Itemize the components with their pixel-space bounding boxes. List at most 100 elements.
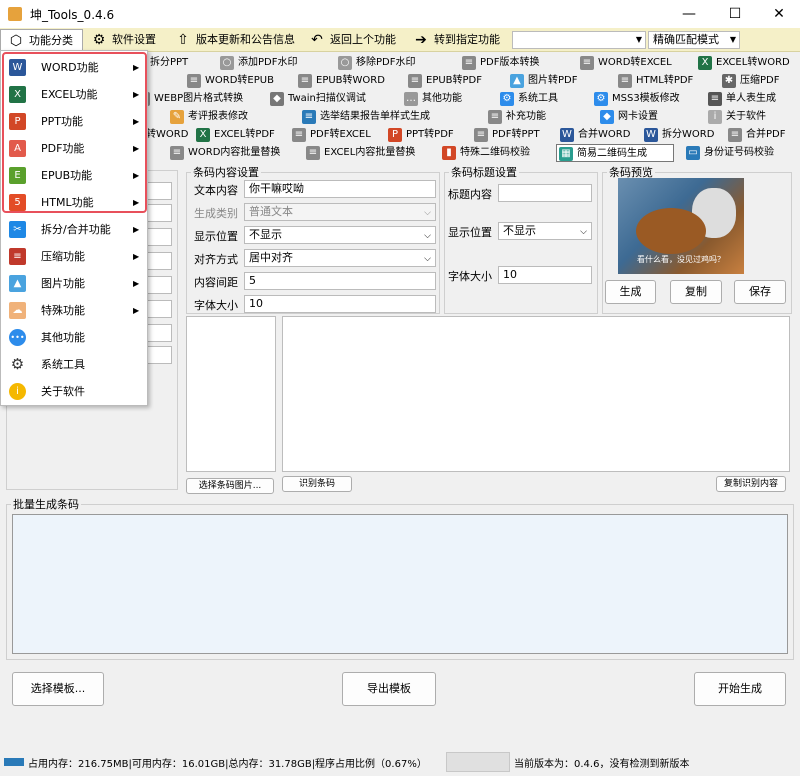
report-icon: ≡ [302,110,316,124]
tool-system-tools[interactable]: ⚙ 系统工具 [498,90,558,108]
tool-pdf-to-ppt[interactable]: ≡ PDF转PPT [472,126,540,144]
chevron-down-icon: ⌵ [424,231,431,241]
tool-pdf-to-excel[interactable]: ≡ PDF转EXCEL [290,126,371,144]
align-select[interactable]: 居中对齐 ⌵ [244,249,436,267]
title-settings-legend: 条码标题设置 [451,166,517,179]
tool-supplement[interactable]: ≡ 补充功能 [486,108,546,126]
tool-merge-pdf[interactable]: ≡ 合并PDF [726,126,785,144]
gear-icon: ⚙ [594,92,608,106]
tool-remove-watermark[interactable]: ○ 移除PDF水印 [336,54,415,72]
maximize-button[interactable]: ☐ [712,0,758,28]
spacing-input[interactable]: 5 [244,272,436,290]
recognize-result-panel[interactable] [282,316,790,472]
menu-item-special[interactable]: ☁ 特殊功能 ▶ [3,297,145,324]
tool-excel-to-pdf[interactable]: X EXCEL转PDF [194,126,275,144]
tool-evaluation-report[interactable]: ✎ 考评报表修改 [168,108,248,126]
menu-updates[interactable]: ⇧ 版本更新和公告信息 [168,29,300,51]
tool-twain-scanner[interactable]: ◆ Twain扫描仪调试 [268,90,366,108]
watermark-icon: ○ [220,56,234,70]
minimize-button[interactable]: — [666,0,712,28]
network-icon: ◆ [600,110,614,124]
select-barcode-image-button[interactable]: 选择条码图片... [186,478,274,494]
tool-epub-to-pdf[interactable]: ≡ EPUB转PDF [406,72,482,90]
scanner-icon: ◆ [270,92,284,106]
chevron-down-icon: ▼ [729,35,736,44]
export-template-button[interactable]: 导出模板 [342,672,436,706]
gear-icon: ⚙ [9,355,26,373]
tool-merge-word[interactable]: W 合并WORD [558,126,630,144]
compress-icon: ≡ [9,248,26,265]
menu-settings-label: 软件设置 [112,33,156,46]
type-label: 生成类别 [194,207,238,220]
batch-legend: 批量生成条码 [13,498,79,511]
title-content-label: 标题内容 [448,188,492,201]
title-position-select[interactable]: 不显示 ⌵ [498,222,592,240]
menu-item-about[interactable]: i 关于软件 [3,378,145,405]
title-font-input[interactable]: 10 [498,266,592,284]
save-button[interactable]: 保存 [734,280,786,304]
close-button[interactable]: ✕ [756,0,800,28]
tool-word-replace[interactable]: ≡ WORD内容批量替换 [168,144,280,162]
tool-network-card[interactable]: ◆ 网卡设置 [598,108,658,126]
copy-result-button[interactable]: 复制识别内容 [716,476,786,492]
tool-excel-replace[interactable]: ≡ EXCEL内容批量替换 [304,144,415,162]
document-icon: ≡ [292,128,306,142]
tool-excel-to-word[interactable]: X EXCEL转WORD [696,54,790,72]
batch-textarea[interactable] [12,514,788,654]
menu-item-other[interactable]: ••• 其他功能 [3,324,145,351]
font-size-input[interactable]: 10 [244,295,436,313]
excel-icon: X [698,56,712,70]
tool-election-report[interactable]: ≡ 选举结果报告单样式生成 [300,108,430,126]
match-mode-combo[interactable]: 精确匹配模式 ▼ [648,31,740,49]
tool-single-table[interactable]: ≡ 单人表生成 [706,90,776,108]
tool-id-check[interactable]: ▭ 身份证号码校验 [684,144,774,162]
text-content-input[interactable]: 你干嘛哎呦 [244,180,436,198]
menu-item-system-tools[interactable]: ⚙ 系统工具 [3,351,145,378]
info-icon: i [9,383,26,400]
tool-epub-to-word[interactable]: ≡ EPUB转WORD [296,72,385,90]
arrow-up-circle-icon: ⇧ [177,32,189,48]
tool-pdf-version[interactable]: ≡ PDF版本转换 [460,54,539,72]
menu-goto-label: 转到指定功能 [434,33,500,46]
menu-settings[interactable]: ⚙ 软件设置 [84,29,168,51]
tool-word-to-excel[interactable]: ≡ WORD转EXCEL [578,54,672,72]
document-icon: ≡ [408,74,422,88]
document-icon: ≡ [474,128,488,142]
function-search-combo[interactable]: ▼ [512,31,646,49]
tool-add-watermark[interactable]: ○ 添加PDF水印 [218,54,297,72]
tool-split-word[interactable]: W 拆分WORD [642,126,714,144]
tool-compress-pdf[interactable]: ✱ 压缩PDF [720,72,779,90]
memory-bar-icon [4,758,24,766]
spacing-label: 内容间距 [194,276,238,289]
menu-item-compress[interactable]: ≡ 压缩功能 ▶ [3,243,145,270]
copy-button[interactable]: 复制 [670,280,722,304]
menu-item-image[interactable]: ▲ 图片功能 ▶ [3,270,145,297]
tool-other-functions[interactable]: … 其他功能 [402,90,462,108]
tool-mss3-template[interactable]: ⚙ MSS3模板修改 [592,90,680,108]
tool-ppt-to-pdf[interactable]: P PPT转PDF [386,126,454,144]
tool-image-to-pdf[interactable]: ▲ 图片转PDF [508,72,577,90]
document-icon: ≡ [708,92,722,106]
recognize-barcode-button[interactable]: 识别条码 [282,476,352,492]
menu-back[interactable]: ↶ 返回上个功能 [302,29,402,51]
document-icon: ≡ [306,146,320,160]
tool-simple-qr-generate[interactable]: ▦ 简易二维码生成 [556,144,674,162]
watermark-icon: ○ [338,56,352,70]
title-content-input[interactable] [498,184,592,202]
menu-goto[interactable]: ➔ 转到指定功能 [406,29,512,51]
tool-webp-convert[interactable]: ▦WEBP图片格式转换 [134,90,243,108]
tool-html-to-pdf[interactable]: ≡ HTML转PDF [616,72,693,90]
cloud-icon: ☁ [9,302,26,319]
tool-about[interactable]: i 关于软件 [706,108,766,126]
generate-button[interactable]: 生成 [605,280,656,304]
select-template-button[interactable]: 选择模板... [12,672,104,706]
type-select[interactable]: 普通文本 ⌵ [244,203,436,221]
chevron-down-icon: ⌵ [580,227,587,237]
position-select[interactable]: 不显示 ⌵ [244,226,436,244]
document-icon: ≡ [728,128,742,142]
tool-special-qr-check[interactable]: ▮ 特殊二维码校验 [440,144,530,162]
menu-item-split-merge[interactable]: ✂ 拆分/合并功能 ▶ [3,216,145,243]
start-generate-button[interactable]: 开始生成 [694,672,786,706]
menu-category[interactable]: ⬡ 功能分类 [0,29,83,51]
tool-word-to-epub[interactable]: ≡ WORD转EPUB [185,72,274,90]
